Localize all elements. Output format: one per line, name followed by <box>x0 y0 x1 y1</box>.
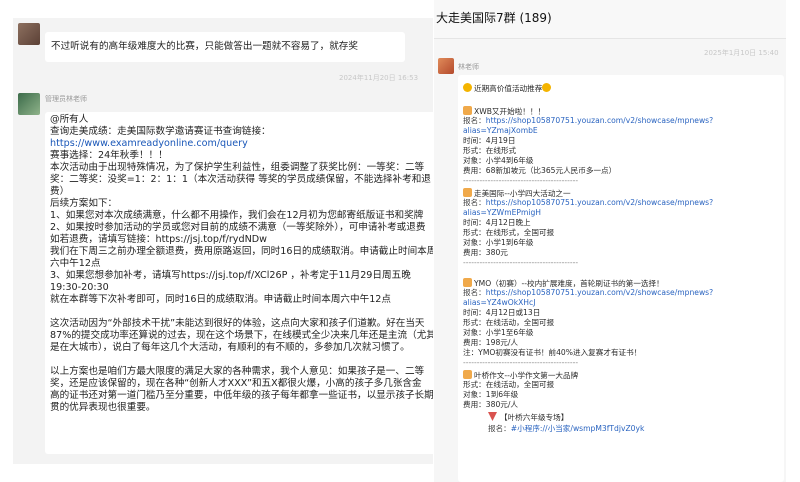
query-link[interactable]: https://www.examreadyonline.com/query <box>50 138 248 150</box>
message-line: 就在本群等下次补考即可，同时16日的成绩取消。申请截止时间本周六中午12点 <box>50 294 392 305</box>
post-header: 近期高价值活动推荐 <box>474 84 543 93</box>
message-bubble[interactable]: @所有人 查询走美成绩：走美国际数学邀请赛证书查询链接： https://www… <box>45 112 433 454</box>
avatar[interactable] <box>18 23 40 45</box>
message-bubble[interactable]: 近期高价值活动推荐 XWB又开始啦！！！ 报名：https://shop1058… <box>458 75 784 482</box>
signup-link[interactable]: alias=YZ4wOkXHcJ <box>463 298 535 308</box>
item-title: XWB又开始啦！！！ <box>474 107 546 116</box>
sender-name: 管理员林老师 <box>45 95 87 103</box>
message-line: 以上方案也是咱们方最大限度的满足大家的各种需求，我个人意见：如果孩子是一、二等 <box>50 366 425 377</box>
miniprogram-link[interactable]: #小程序://小当家/wsmpM3fTdjvZ0yk <box>511 424 645 433</box>
separator: ----------------------------------------… <box>463 358 579 367</box>
separator: ----------------------------------------… <box>463 258 579 267</box>
item-detail: 形式：在线形式，全国可报 <box>463 228 555 237</box>
message-line: 我们在下周三之前办理全额退费，费用原路返回，同时16日的成绩取消。申请截止时间本… <box>50 246 433 257</box>
message-line: 这次活动因为“外部技术干扰”未能达到很好的体验，这点向大家和孩子们道歉。好在当天 <box>50 318 425 329</box>
separator: ----------------------------------------… <box>463 176 579 185</box>
message-line: 费） <box>50 186 70 197</box>
message-line: 查询走美成绩：走美国际数学邀请赛证书查询链接： <box>50 126 271 137</box>
item-detail: 对象：小学1至6年级 <box>463 328 534 337</box>
message-line: 是在大城市），说白了每年这几个大活动，有顺利的有不顺的，多参加几次就习惯了。 <box>50 342 410 353</box>
message-line: 19:30-20:30 <box>50 282 109 293</box>
avatar[interactable] <box>18 93 40 115</box>
gift-icon <box>463 370 472 379</box>
link-label: 报名： <box>463 198 486 207</box>
message-text: 不过听说有的高年级难度大的比赛，只能做答出一题就不容易了，就存奖 <box>51 41 358 52</box>
message-line: 奖：二等奖：没奖=1：2：1：1（本次活动获得 等奖的学员成绩保留，不能选择补考… <box>50 174 431 185</box>
item-detail: 时间：4月12日或13日 <box>463 308 541 317</box>
signup-link[interactable]: https://shop105870751.youzan.com/v2/show… <box>486 288 713 297</box>
item-detail: 对象：1到6年级 <box>463 390 519 399</box>
chat-header: 大走美国际7群 (189) <box>434 0 786 39</box>
message-line: 六中午12点 <box>50 258 101 269</box>
item-detail: 时间：4月19日 <box>463 136 516 145</box>
message-line: 本次活动由于出现特殊情况，为了保护学生利益性，组委调整了获奖比例：一等奖：二等 <box>50 162 425 173</box>
item-title: 走美国际--小学四大活动之一 <box>474 189 571 198</box>
gift-icon <box>463 278 472 287</box>
avatar[interactable] <box>438 58 454 74</box>
chat-title[interactable]: 大走美国际7群 (189) <box>436 9 552 26</box>
gift-icon <box>463 188 472 197</box>
item-detail: 形式：在线活动，全国可报 <box>463 318 555 327</box>
signup-link[interactable]: https://shop105870751.youzan.com/v2/show… <box>486 198 713 207</box>
link-label: 报名： <box>463 116 486 125</box>
item-detail: 形式：在线活动，全国可报 <box>463 380 555 389</box>
item-detail: 注：YMO初赛没有证书！前40%进入复赛才有证书！ <box>463 348 642 357</box>
smile-emoji-icon <box>542 83 552 92</box>
message-line: 赛事选择：24年秋季！！！ <box>50 150 168 161</box>
message-line: @所有人 <box>50 114 89 125</box>
item-title: YMO（初赛）--校内扩展难度，首轮刷证书的第一选择！ <box>474 279 664 288</box>
item-detail: 费用：380元/人 <box>463 400 519 409</box>
item-detail: 形式：在线形式 <box>463 146 517 155</box>
timestamp: 2024年11月20日 16:53 <box>339 74 419 82</box>
right-chat-window: 大走美国际7群 (189) 2025年1月10日 15:40 林老师 近期高价值… <box>434 0 786 482</box>
message-line: 高的证书还对第一道门槛乃至分重要，中低年级的孩子每年都拿一些证书，以显示孩子长期… <box>50 390 433 401</box>
item-title: 叶桥作文--小学作文第一大品牌 <box>474 371 579 380</box>
signup-link[interactable]: https://shop105870751.youzan.com/v2/show… <box>486 116 713 125</box>
refund-link-line[interactable]: 如若退费，请填写链接：https://jsj.top/f/rydNDw <box>50 234 267 246</box>
signup-link[interactable]: alias=YZWmEPmigH <box>463 208 541 218</box>
signup-link[interactable]: alias=YZmajXombE <box>463 126 538 136</box>
item-detail: 对象：小学1到6年级 <box>463 238 534 247</box>
message-bubble[interactable]: 不过听说有的高年级难度大的比赛，只能做答出一题就不容易了，就存奖 <box>45 32 405 62</box>
message-line: 奖，还是应该保留的，现在各种“创新人才XXX”和五X都很火爆，小高的孩子多几张含… <box>50 378 422 389</box>
message-line: 贯的优异表现也很重要。 <box>50 402 156 413</box>
message-line: 2、如果按时参加活动的学员或您对目前的成绩不满意（一等奖除外），可申请补考或退费 <box>50 222 426 233</box>
item-detail: 费用：380元 <box>463 248 508 257</box>
left-chat-window: 不过听说有的高年级难度大的比赛，只能做答出一题就不容易了，就存奖 2024年11… <box>13 18 433 464</box>
item-detail: 费用：198元/人 <box>463 338 519 347</box>
makeup-link-line[interactable]: 3、如果您想参加补考，请填写https://jsj.top/f/XCl26P ，… <box>50 270 411 282</box>
sub-title: 【叶桥六年级专场】 <box>500 413 569 422</box>
message-line: 87%的提交成功率还算说的过去，现在这个场景下，在线模式全少决来几年还是主流（尤… <box>50 330 433 341</box>
smile-emoji-icon <box>463 83 472 92</box>
sender-name: 林老师 <box>458 63 479 71</box>
message-line: 后续方案如下： <box>50 198 118 209</box>
timestamp: 2025年1月10日 15:40 <box>704 49 779 57</box>
link-label: 报名： <box>488 424 511 433</box>
item-detail: 对象：小学4到6年级 <box>463 156 534 165</box>
link-label: 报名： <box>463 288 486 297</box>
gift-icon <box>463 106 472 115</box>
item-detail: 时间：4月12日晚上 <box>463 218 531 227</box>
ribbon-icon <box>488 412 497 421</box>
item-detail: 费用：68新加坡元（比365元人民币多一点） <box>463 166 617 175</box>
message-line: 1、如果您对本次成绩满意，什么都不用操作，我们会在12月初为您邮寄纸版证书和奖牌 <box>50 210 424 221</box>
